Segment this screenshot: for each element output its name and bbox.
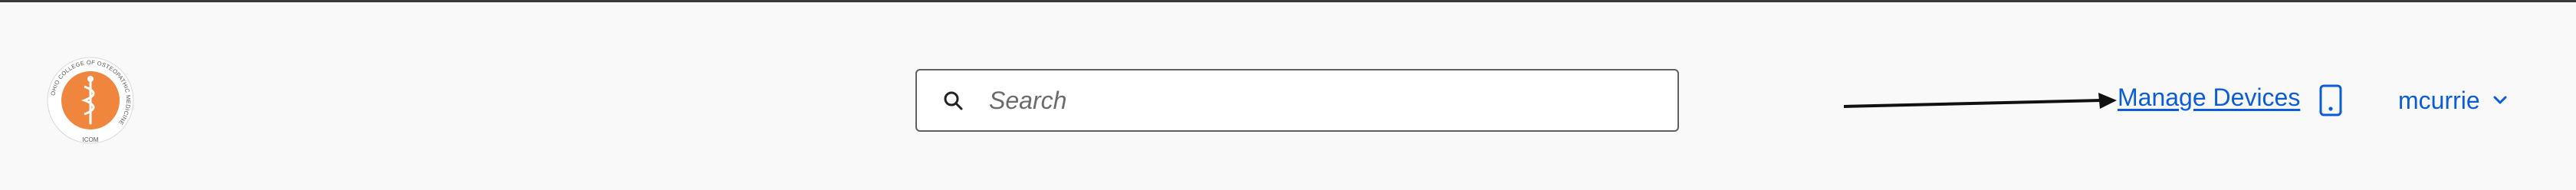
search-input[interactable] xyxy=(989,81,1648,120)
annotation-arrow-icon xyxy=(1844,93,2117,109)
svg-text:ICOM: ICOM xyxy=(83,136,99,143)
manage-devices-link[interactable]: Manage Devices xyxy=(2118,84,2300,112)
user-menu[interactable]: mcurrie xyxy=(2398,84,2509,117)
college-logo[interactable]: OHIO COLLEGE OF OSTEOPATHIC MEDICINE ICO… xyxy=(46,56,135,145)
search-icon xyxy=(944,91,963,110)
logo-seal-icon: OHIO COLLEGE OF OSTEOPATHIC MEDICINE ICO… xyxy=(47,57,134,144)
chevron-down-icon xyxy=(2493,96,2507,104)
mobile-device-icon[interactable] xyxy=(2318,84,2343,117)
search-field[interactable] xyxy=(915,69,1679,132)
user-name-label: mcurrie xyxy=(2398,86,2480,114)
app-header: OHIO COLLEGE OF OSTEOPATHIC MEDICINE ICO… xyxy=(0,2,2576,190)
